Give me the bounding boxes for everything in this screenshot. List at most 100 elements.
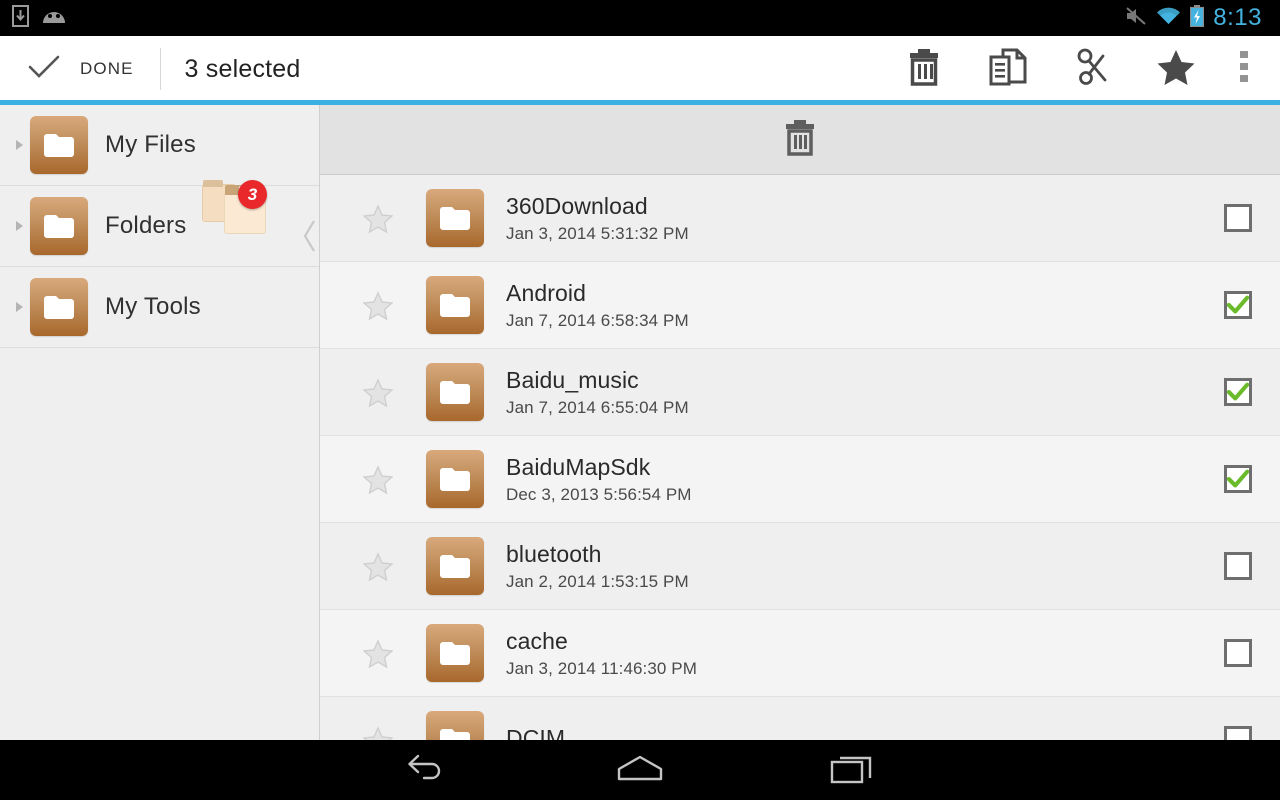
file-info: Baidu_music Jan 7, 2014 6:55:04 PM — [506, 367, 689, 418]
copy-icon — [989, 48, 1027, 91]
file-name: 360Download — [506, 193, 689, 220]
nav-home-button[interactable] — [585, 740, 695, 800]
star-outline-icon[interactable] — [350, 204, 406, 233]
android-screen: 8:13 DONE 3 selected — [0, 0, 1280, 800]
file-list-pane: 360Download Jan 3, 2014 5:31:32 PM — [320, 105, 1280, 740]
table-row[interactable]: BaiduMapSdk Dec 3, 2013 5:56:54 PM — [320, 436, 1280, 523]
folder-icon — [426, 450, 484, 508]
file-info: bluetooth Jan 2, 2014 1:53:15 PM — [506, 541, 689, 592]
done-button[interactable]: DONE — [0, 36, 160, 102]
folder-icon — [426, 624, 484, 682]
file-date: Dec 3, 2013 5:56:54 PM — [506, 485, 692, 505]
file-info: cache Jan 3, 2014 11:46:30 PM — [506, 628, 697, 679]
nav-back-button[interactable] — [372, 740, 482, 800]
file-info: Android Jan 7, 2014 6:58:34 PM — [506, 280, 689, 331]
file-name: DCIM — [506, 725, 565, 741]
sidebar-item-label: My Files — [105, 131, 196, 159]
star-icon — [1156, 48, 1196, 91]
folder-icon — [426, 189, 484, 247]
chevron-left-icon — [303, 219, 317, 258]
table-row[interactable]: 360Download Jan 3, 2014 5:31:32 PM — [320, 175, 1280, 262]
checkbox-unchecked — [1224, 204, 1252, 232]
home-icon — [616, 753, 664, 788]
action-bar-buttons — [882, 36, 1280, 102]
triangle-right-icon[interactable] — [8, 302, 30, 312]
file-name: cache — [506, 628, 697, 655]
folder-stack-icon[interactable]: 3 — [198, 176, 268, 238]
sidebar: My Files Folders 3 My Tools — [0, 105, 320, 740]
row-checkbox[interactable] — [1224, 204, 1252, 232]
scissors-icon — [1073, 48, 1111, 91]
sidebar-collapse-handle[interactable] — [301, 213, 319, 263]
row-checkbox[interactable] — [1224, 291, 1252, 319]
star-outline-icon[interactable] — [350, 726, 406, 741]
folder-icon — [30, 116, 88, 174]
file-name: bluetooth — [506, 541, 689, 568]
row-checkbox[interactable] — [1224, 726, 1252, 740]
sidebar-item-folders[interactable]: Folders 3 — [0, 186, 319, 267]
star-outline-icon[interactable] — [350, 378, 406, 407]
download-icon — [12, 5, 29, 32]
nav-recents-button[interactable] — [798, 740, 908, 800]
file-name: Android — [506, 280, 689, 307]
checkbox-unchecked — [1224, 552, 1252, 580]
triangle-right-icon[interactable] — [8, 221, 30, 231]
star-outline-icon[interactable] — [350, 291, 406, 320]
battery-charging-icon — [1190, 5, 1204, 32]
system-navigation-bar — [0, 740, 1280, 800]
file-info: BaiduMapSdk Dec 3, 2013 5:56:54 PM — [506, 454, 692, 505]
checkbox-unchecked — [1224, 639, 1252, 667]
sidebar-item-label: My Tools — [105, 293, 201, 321]
file-info: DCIM — [506, 725, 565, 741]
recent-apps-icon — [830, 752, 876, 789]
status-bar-system-icons: 8:13 — [1125, 4, 1270, 32]
checkbox-checked — [1224, 465, 1252, 493]
done-label: DONE — [80, 59, 134, 79]
row-checkbox[interactable] — [1224, 552, 1252, 580]
table-row[interactable]: cache Jan 3, 2014 11:46:30 PM — [320, 610, 1280, 697]
checkbox-checked — [1224, 378, 1252, 406]
sidebar-item-label: Folders — [105, 212, 186, 240]
overflow-button[interactable] — [1218, 36, 1270, 102]
cut-button[interactable] — [1050, 36, 1134, 102]
trash-drop-target-icon — [783, 118, 817, 161]
copy-button[interactable] — [966, 36, 1050, 102]
delete-button[interactable] — [882, 36, 966, 102]
selection-title: 3 selected — [161, 55, 301, 84]
file-date: Jan 7, 2014 6:55:04 PM — [506, 398, 689, 418]
row-checkbox[interactable] — [1224, 639, 1252, 667]
folder-icon — [426, 363, 484, 421]
action-bar: DONE 3 selected — [0, 36, 1280, 102]
table-row[interactable]: DCIM — [320, 697, 1280, 740]
checkbox-checked — [1224, 291, 1252, 319]
star-outline-icon[interactable] — [350, 465, 406, 494]
folder-icon — [30, 278, 88, 336]
file-date: Jan 7, 2014 6:58:34 PM — [506, 311, 689, 331]
row-checkbox[interactable] — [1224, 378, 1252, 406]
star-outline-icon[interactable] — [350, 639, 406, 668]
table-row[interactable]: Android Jan 7, 2014 6:58:34 PM — [320, 262, 1280, 349]
file-date: Jan 3, 2014 11:46:30 PM — [506, 659, 697, 679]
sidebar-item-my-files[interactable]: My Files — [0, 105, 319, 186]
row-checkbox[interactable] — [1224, 465, 1252, 493]
delete-drop-target[interactable] — [320, 105, 1280, 175]
trash-icon — [906, 48, 942, 91]
file-info: 360Download Jan 3, 2014 5:31:32 PM — [506, 193, 689, 244]
folder-icon — [426, 711, 484, 740]
sidebar-item-my-tools[interactable]: My Tools — [0, 267, 319, 348]
folder-icon — [30, 197, 88, 255]
content-area: My Files Folders 3 My Tools — [0, 105, 1280, 740]
clock: 8:13 — [1213, 4, 1262, 32]
volume-muted-icon — [1125, 6, 1147, 31]
checkbox-unchecked — [1224, 726, 1252, 740]
favorite-button[interactable] — [1134, 36, 1218, 102]
file-name: BaiduMapSdk — [506, 454, 692, 481]
file-rows: 360Download Jan 3, 2014 5:31:32 PM — [320, 175, 1280, 740]
file-date: Jan 2, 2014 1:53:15 PM — [506, 572, 689, 592]
star-outline-icon[interactable] — [350, 552, 406, 581]
triangle-right-icon[interactable] — [8, 140, 30, 150]
table-row[interactable]: bluetooth Jan 2, 2014 1:53:15 PM — [320, 523, 1280, 610]
table-row[interactable]: Baidu_music Jan 7, 2014 6:55:04 PM — [320, 349, 1280, 436]
drag-count-badge: 3 — [238, 180, 267, 209]
android-head-icon — [41, 7, 67, 30]
